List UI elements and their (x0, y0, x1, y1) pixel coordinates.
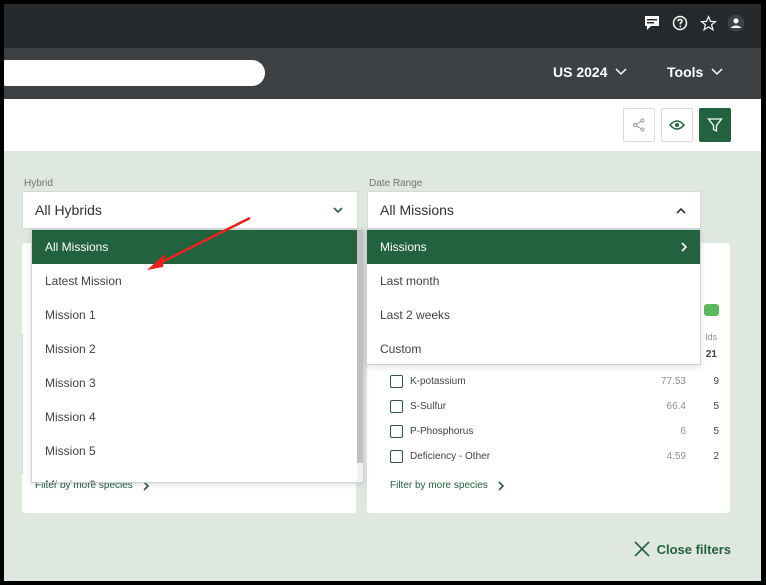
app-frame: US 2024 Tools Hybrid All Hybrids Date Ra… (4, 4, 761, 581)
annotation-arrow-icon (147, 216, 251, 270)
